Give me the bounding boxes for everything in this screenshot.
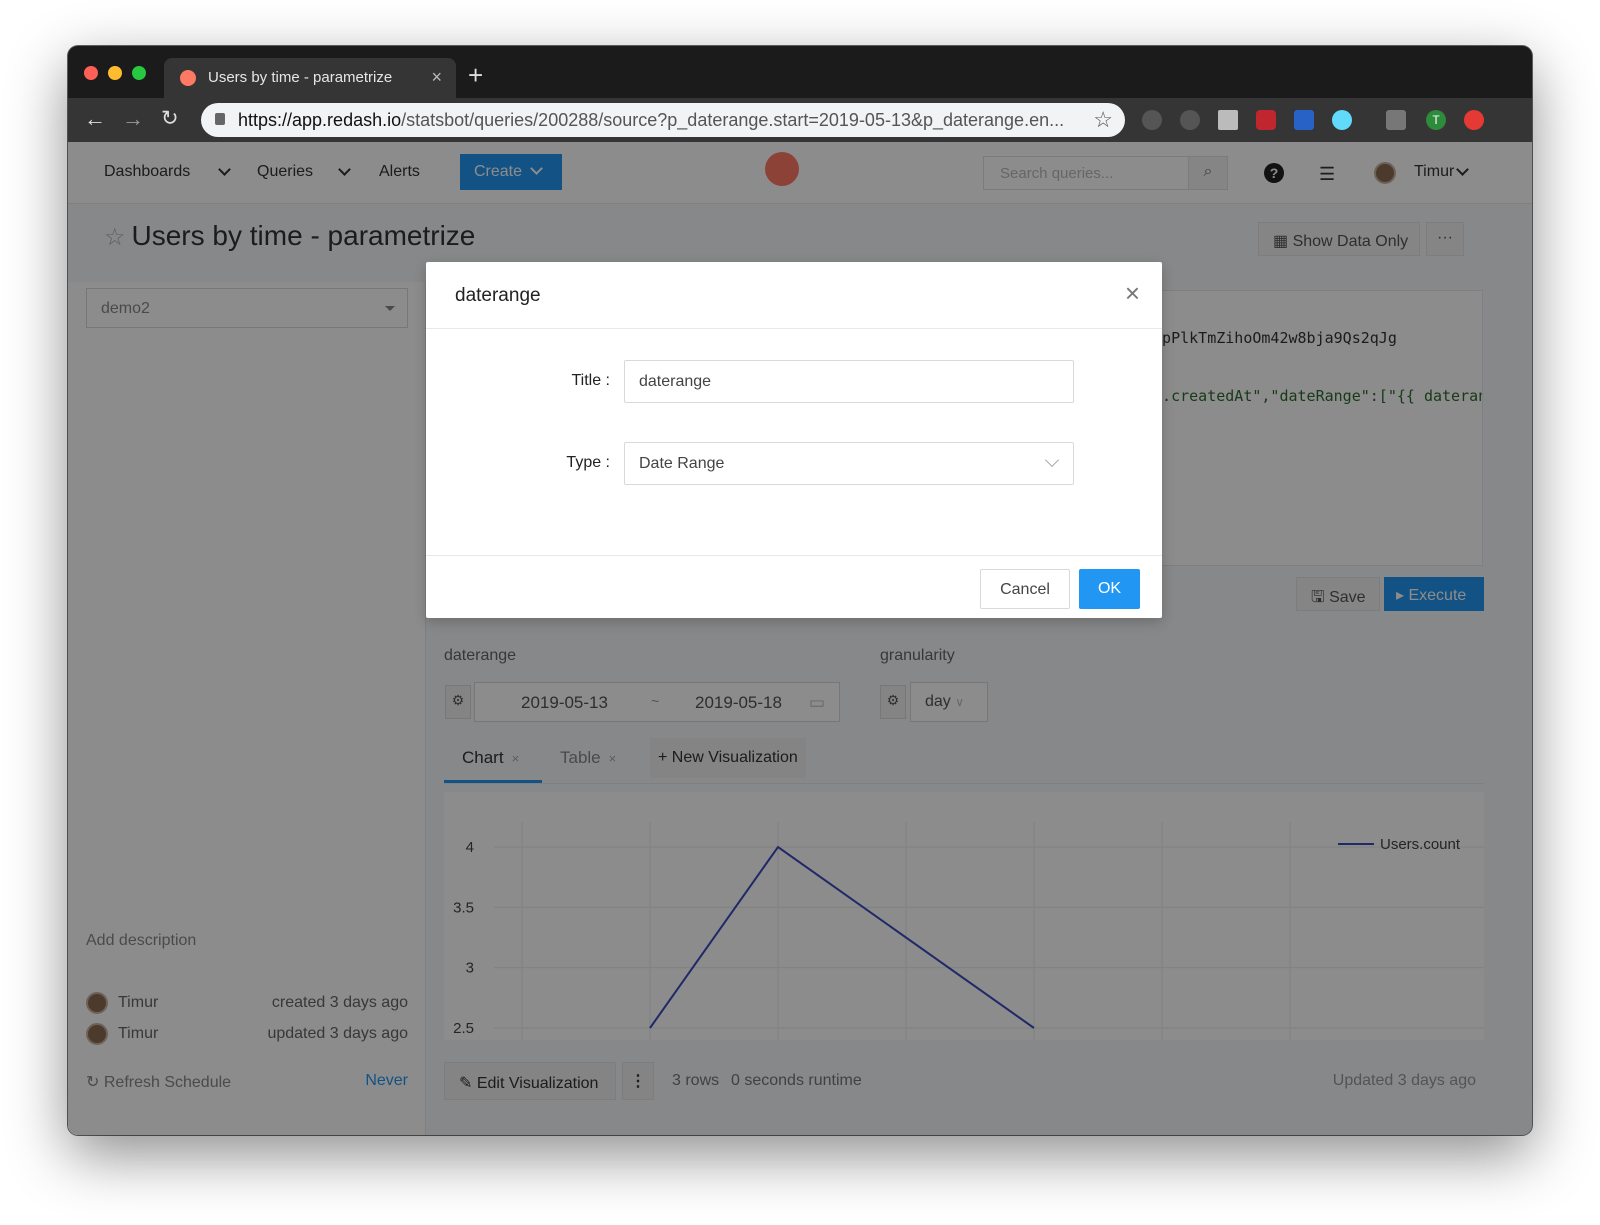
modal-footer: Cancel OK <box>426 555 1162 618</box>
browser-window: Users by time - parametrize × + ← → ↻ ht… <box>68 46 1532 1135</box>
minimize-window-button[interactable] <box>108 66 122 80</box>
profile-avatar[interactable]: T <box>1426 110 1446 130</box>
modal-title: daterange <box>455 285 541 306</box>
bookmark-star-icon[interactable]: ☆ <box>1093 107 1113 133</box>
forward-icon[interactable]: → <box>122 106 144 132</box>
back-icon[interactable]: ← <box>84 106 106 132</box>
address-bar[interactable]: https://app.redash.io/statsbot/queries/2… <box>201 103 1125 137</box>
ublock-icon[interactable] <box>1256 110 1276 130</box>
modal-header: daterange × <box>426 262 1162 329</box>
url-text: https://app.redash.io/statsbot/queries/2… <box>238 110 1065 130</box>
cancel-button[interactable]: Cancel <box>980 569 1070 609</box>
reload-icon[interactable]: ↻ <box>161 106 179 131</box>
close-window-button[interactable] <box>84 66 98 80</box>
new-tab-button[interactable]: + <box>468 62 483 88</box>
ok-button[interactable]: OK <box>1079 569 1140 609</box>
redash-favicon-icon <box>180 70 196 86</box>
title-field-label: Title : <box>571 372 610 389</box>
bookmark-extension-icon[interactable] <box>1294 110 1314 130</box>
chevron-down-icon <box>1044 452 1060 468</box>
title-field[interactable]: daterange <box>624 360 1074 403</box>
close-icon[interactable]: × <box>1125 280 1140 306</box>
tab-strip: Users by time - parametrize × + <box>68 46 1532 98</box>
type-field-label: Type : <box>566 454 610 471</box>
pocket-icon[interactable] <box>1142 110 1162 130</box>
lock-icon <box>215 113 225 125</box>
browser-tab-title: Users by time - parametrize <box>208 69 393 86</box>
drive-icon[interactable] <box>1218 110 1238 130</box>
browser-toolbar: ← → ↻ https://app.redash.io/statsbot/que… <box>68 98 1532 142</box>
cast-icon[interactable] <box>1386 110 1406 130</box>
parameter-settings-dialog: daterange × Title : daterange Type : Dat… <box>426 262 1162 618</box>
info-extension-icon[interactable] <box>1180 110 1200 130</box>
maximize-window-button[interactable] <box>132 66 146 80</box>
close-tab-icon[interactable]: × <box>431 67 442 88</box>
update-icon[interactable] <box>1464 110 1484 130</box>
browser-tab[interactable]: Users by time - parametrize × <box>164 58 456 98</box>
react-devtools-icon[interactable] <box>1332 110 1352 130</box>
type-select[interactable]: Date Range <box>624 442 1074 485</box>
